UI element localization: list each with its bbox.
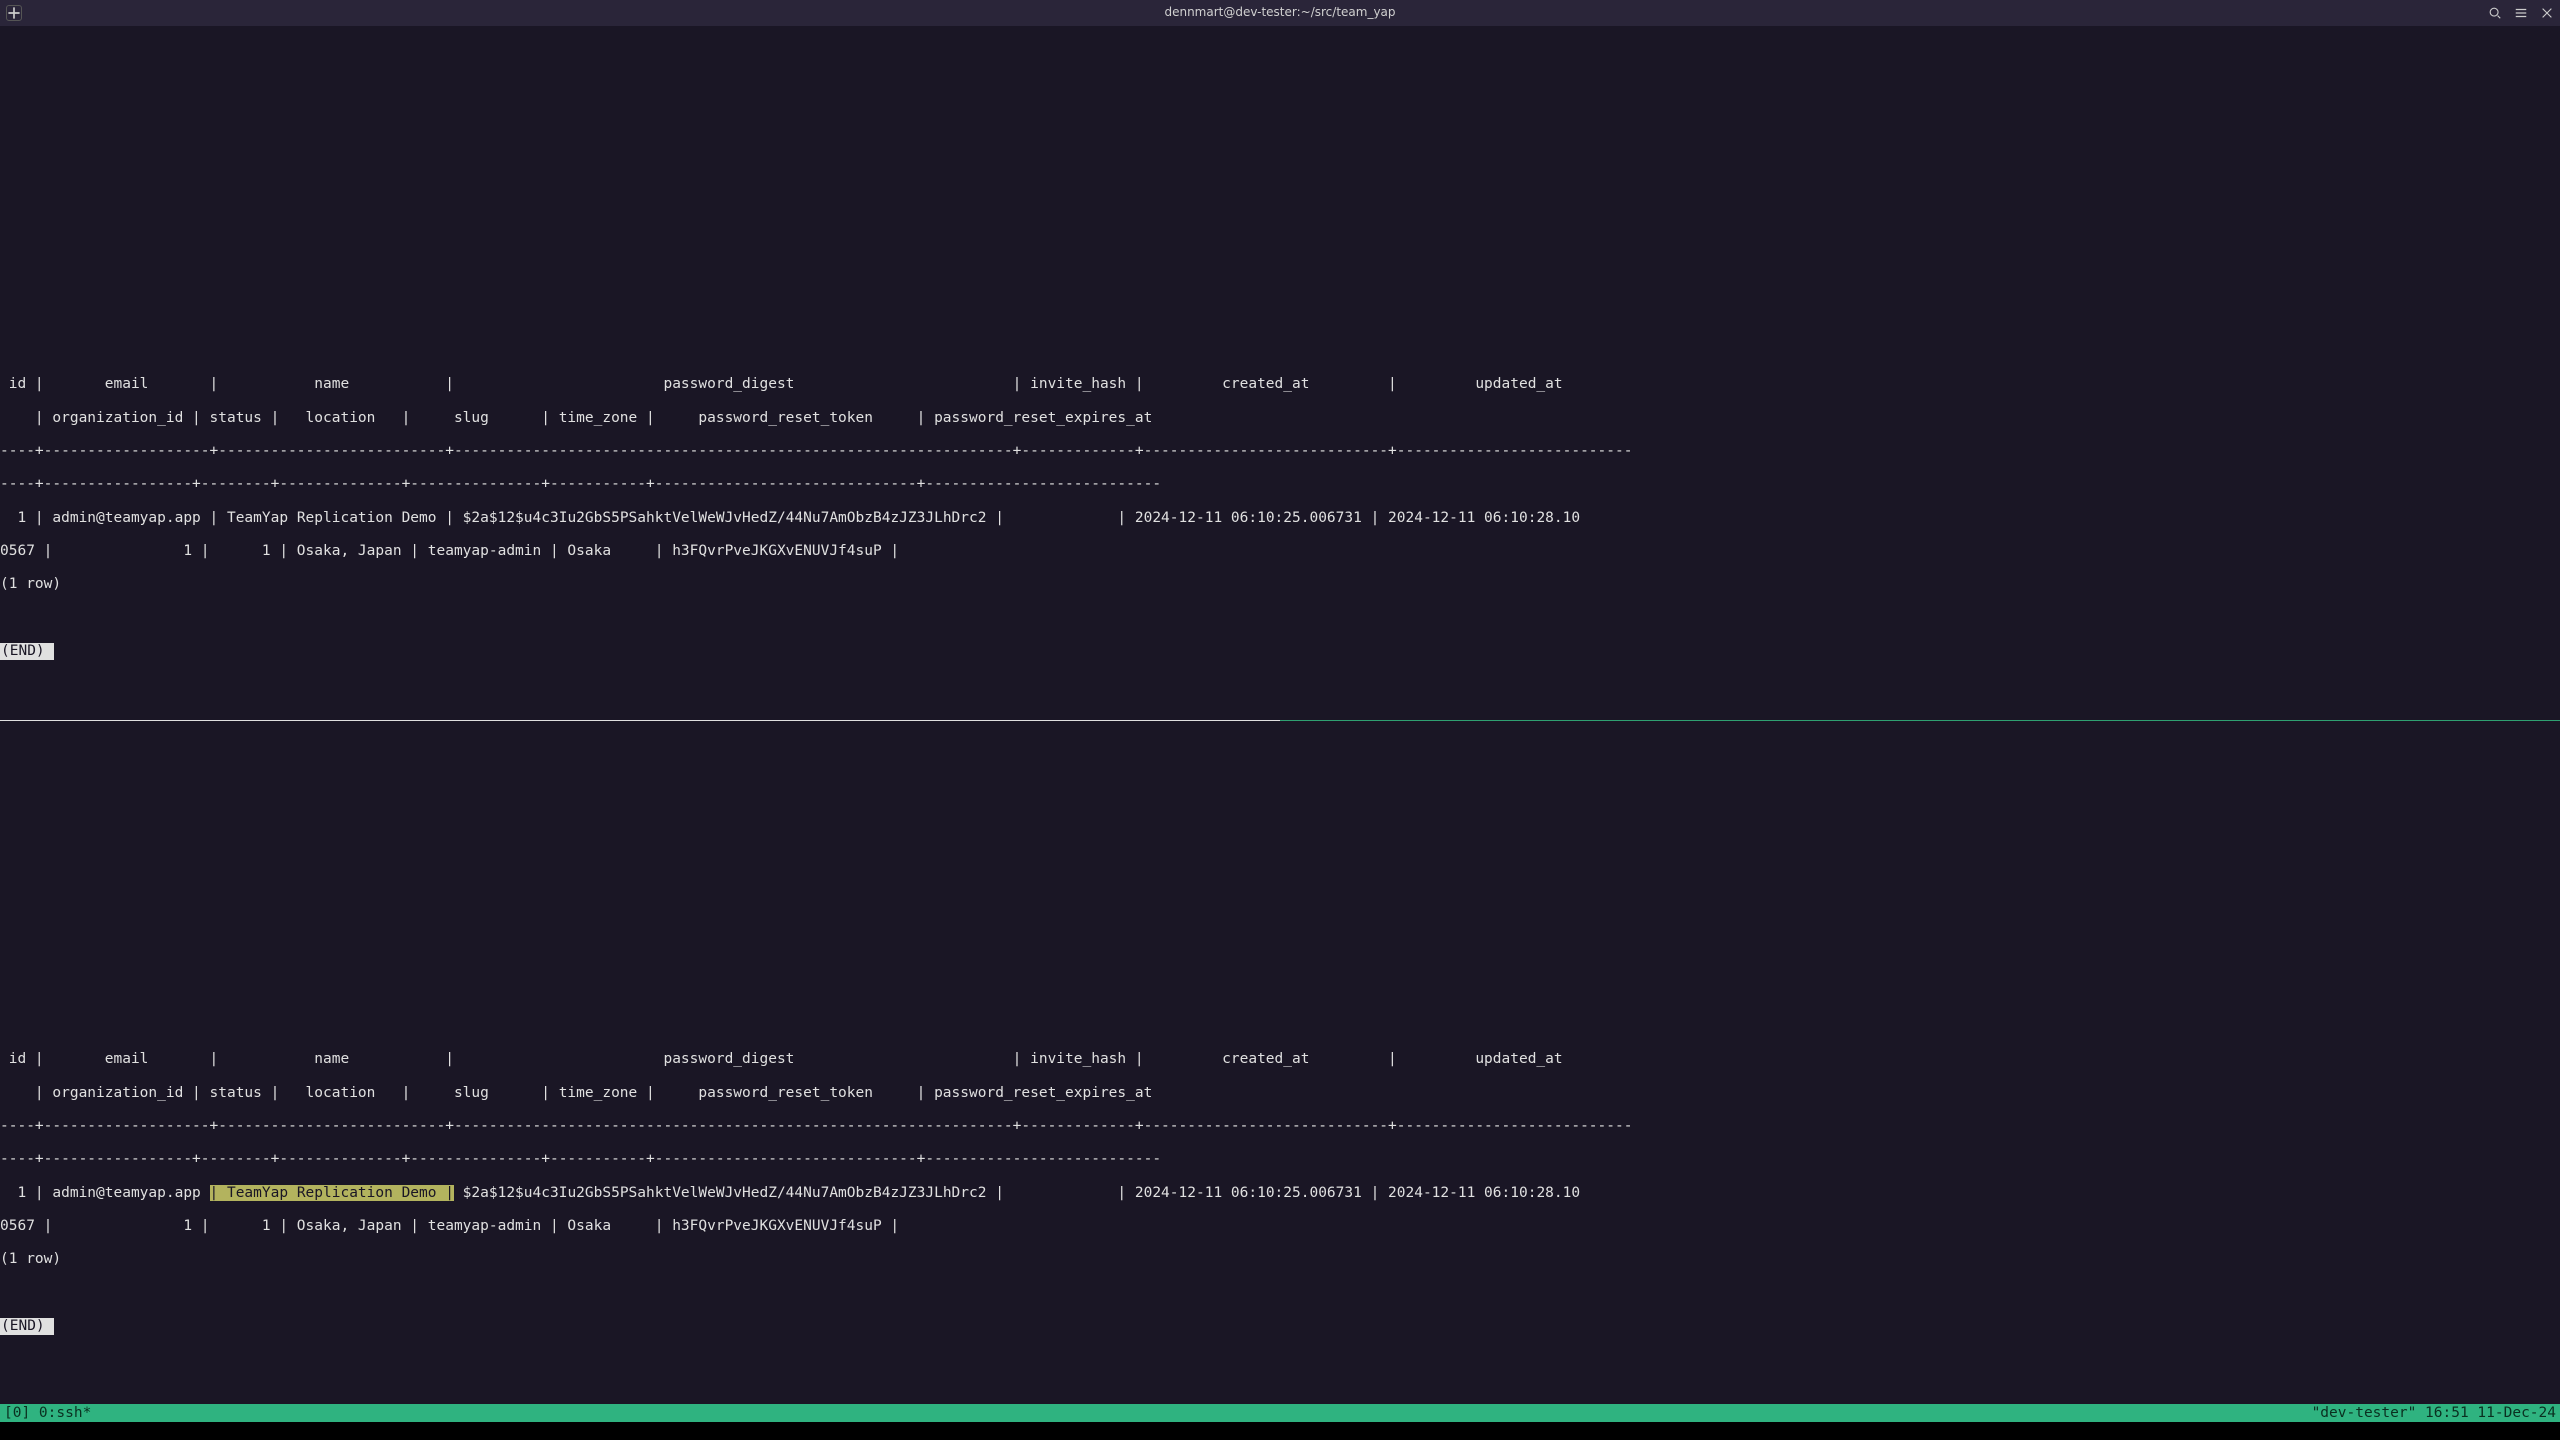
psql-data-row: 0567 | 1 | 1 | Osaka, Japan | teamyap-ad… [0,543,2560,560]
pager-end-marker: (END) [0,1318,2560,1335]
blank-line [0,610,2560,627]
psql-row-count: (1 row) [0,1251,2560,1268]
psql-header-line: | organization_id | status | location | … [0,1085,2560,1102]
tmux-status-bar: [0] 0:ssh* "dev-tester" 16:51 11-Dec-24 [0,1404,2560,1422]
title-bar: dennmart@dev-tester:~/src/team_yap [0,0,2560,26]
tmux-pane-bottom[interactable]: id | email | name | password_digest | in… [0,721,2560,1412]
close-icon[interactable] [2540,6,2554,20]
psql-header-line: id | email | name | password_digest | in… [0,376,2560,393]
new-tab-button[interactable] [6,5,22,21]
selection-highlight: | TeamYap Replication Demo | [210,1185,454,1201]
psql-data-row: 0567 | 1 | 1 | Osaka, Japan | teamyap-ad… [0,1218,2560,1235]
psql-separator: ----+-----------------+--------+--------… [0,1151,2560,1168]
terminal-area[interactable]: id | email | name | password_digest | in… [0,26,2560,1440]
psql-header-line: id | email | name | password_digest | in… [0,1051,2560,1068]
bottom-strip [0,1422,2560,1440]
window-title: dennmart@dev-tester:~/src/team_yap [1164,6,1395,20]
psql-separator: ----+-------------------+---------------… [0,443,2560,460]
psql-data-row: 1 | admin@teamyap.app | TeamYap Replicat… [0,1185,2560,1202]
psql-row-count: (1 row) [0,576,2560,593]
tmux-pane-top[interactable]: id | email | name | password_digest | in… [0,26,2560,719]
tmux-status-left: [0] 0:ssh* [4,1405,91,1422]
psql-separator: ----+-------------------+---------------… [0,1118,2560,1135]
psql-separator: ----+-----------------+--------+--------… [0,476,2560,493]
pager-end-marker: (END) [0,643,2560,660]
menu-icon[interactable] [2514,6,2528,20]
psql-data-row: 1 | admin@teamyap.app | TeamYap Replicat… [0,510,2560,527]
search-icon[interactable] [2488,6,2502,20]
tmux-status-right: "dev-tester" 16:51 11-Dec-24 [2312,1405,2556,1422]
blank-line [0,1285,2560,1302]
psql-header-line: | organization_id | status | location | … [0,410,2560,427]
